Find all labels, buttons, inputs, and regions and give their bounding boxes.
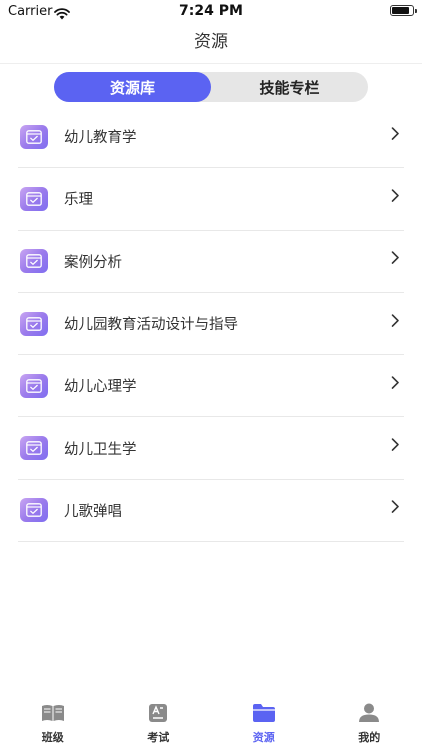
folder-icon xyxy=(252,702,276,724)
person-icon xyxy=(357,702,381,724)
tab-class[interactable]: 班级 xyxy=(0,698,106,750)
folder-check-icon xyxy=(20,373,48,398)
exam-icon xyxy=(146,702,170,724)
chevron-right-icon xyxy=(391,312,400,331)
list-item[interactable]: 幼儿教育学 xyxy=(18,106,404,169)
resource-list: 幼儿教育学乐理案例分析幼儿园教育活动设计与指导 幼儿心理学幼儿卫生学儿歌弹唱 xyxy=(0,106,422,543)
list-item-label: 幼儿园教育活动设计与指导 xyxy=(64,317,238,334)
chevron-right-icon xyxy=(391,250,400,269)
folder-check-icon xyxy=(20,249,48,274)
status-bar: Carrier 7:24 PM xyxy=(0,0,422,24)
list-item[interactable]: 幼儿园教育活动设计与指导 xyxy=(18,293,404,356)
battery-icon xyxy=(390,5,417,16)
folder-check-icon xyxy=(20,124,48,149)
list-item-label: 儿歌弹唱 xyxy=(64,503,122,520)
tab-resources-label: 资源 xyxy=(252,731,275,744)
list-item[interactable]: 乐理 xyxy=(18,168,404,231)
tab-resources[interactable]: 资源 xyxy=(211,698,317,750)
page-title: 资源 xyxy=(194,32,228,52)
list-item[interactable]: 案例分析 xyxy=(18,231,404,293)
chevron-right-icon xyxy=(391,374,400,393)
chevron-right-icon xyxy=(391,125,400,144)
battery-fill xyxy=(392,7,409,14)
list-item-label: 幼儿教育学 xyxy=(64,130,137,147)
folder-check-icon xyxy=(20,436,48,461)
folder-check-icon xyxy=(20,186,48,211)
list-item[interactable]: 儿歌弹唱 xyxy=(18,480,404,543)
list-item-label: 幼儿心理学 xyxy=(64,379,137,396)
clock: 7:24 PM xyxy=(179,3,243,19)
segmented-control: 资源库 技能专栏 xyxy=(54,72,368,102)
list-item-label: 案例分析 xyxy=(64,254,122,271)
tab-class-label: 班级 xyxy=(41,731,64,744)
tab-mine[interactable]: 我的 xyxy=(317,698,422,750)
book-icon xyxy=(41,702,65,724)
list-item-label: 乐理 xyxy=(64,192,93,209)
list-item[interactable]: 幼儿卫生学 xyxy=(18,417,404,480)
tab-exam-label: 考试 xyxy=(147,731,170,744)
tab-mine-label: 我的 xyxy=(358,731,381,744)
tab-resource-library[interactable]: 资源库 xyxy=(54,72,211,102)
tab-skill-column[interactable]: 技能专栏 xyxy=(211,72,368,102)
chevron-right-icon xyxy=(391,499,400,518)
tab-exam[interactable]: 考试 xyxy=(106,698,212,750)
header-divider xyxy=(0,63,422,64)
folder-check-icon xyxy=(20,311,48,336)
chevron-right-icon xyxy=(391,188,400,207)
list-item[interactable]: 幼儿心理学 xyxy=(18,355,404,418)
list-item-label: 幼儿卫生学 xyxy=(64,441,137,458)
folder-check-icon xyxy=(20,498,48,523)
tab-bar: 班级 考试 资源 我的 xyxy=(0,698,422,750)
chevron-right-icon xyxy=(391,437,400,456)
